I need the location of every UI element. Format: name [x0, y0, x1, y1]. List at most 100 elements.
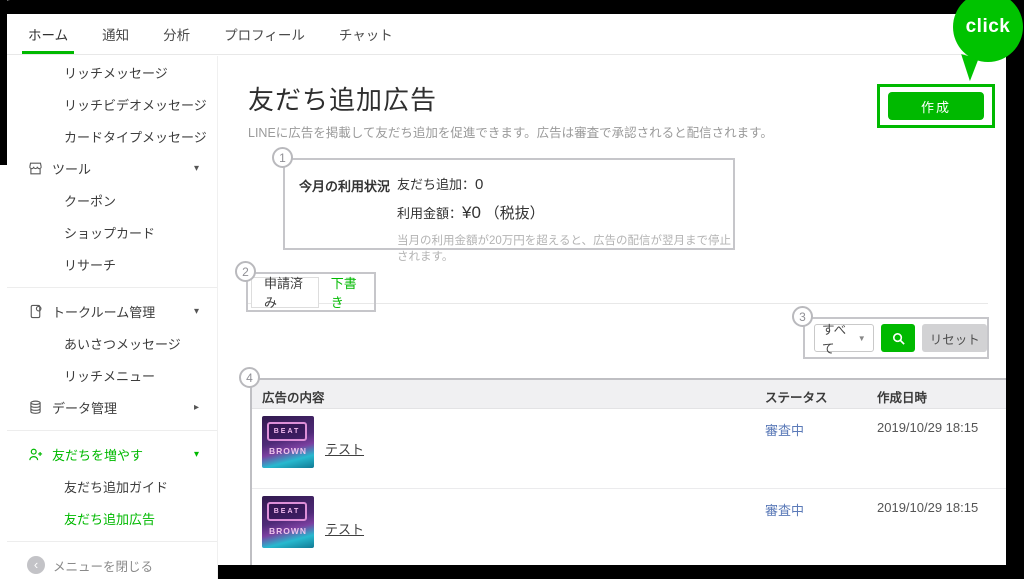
status-filter-value: すべて: [822, 319, 858, 357]
created-date: 2019/10/29 18:15: [877, 420, 978, 435]
sidebar-item-research[interactable]: リサーチ: [7, 248, 217, 280]
sidebar-item-label: データ管理: [52, 398, 117, 417]
sidebar-item-label: ショップカード: [64, 223, 155, 242]
table-row: BEAT BROWN テスト 審査中 2019/10/29 18:15: [252, 409, 1006, 489]
screenshot-frame-top: [0, 0, 1024, 14]
tab-chat[interactable]: チャット: [339, 14, 393, 54]
shop-icon: [27, 160, 44, 177]
ads-table-header: 広告の内容 ステータス 作成日時: [252, 380, 1006, 409]
sidebar-item-greeting-message[interactable]: あいさつメッセージ: [7, 327, 217, 359]
chevron-down-icon: ▼: [858, 334, 866, 343]
sidebar-item-label: トークルーム管理: [52, 302, 155, 321]
sidebar-item-friend-add-ads[interactable]: 友だち追加広告: [7, 502, 217, 534]
sidebar-item-coupon[interactable]: クーポン: [7, 184, 217, 216]
sidebar-item-label: リッチメニュー: [64, 366, 155, 385]
annotation-circle-4: 4: [239, 367, 260, 388]
ad-thumbnail-text: BROWN: [262, 446, 314, 456]
search-button[interactable]: [881, 324, 916, 352]
created-date: 2019/10/29 18:15: [877, 500, 978, 515]
database-icon: [27, 399, 44, 416]
sidebar-item-gain-friends[interactable]: 友だちを増やす ▾: [7, 438, 217, 470]
chevron-down-icon: ▾: [194, 449, 199, 460]
sidebar-item-tools[interactable]: ツール ▾: [7, 152, 217, 184]
talkroom-icon: [27, 303, 44, 320]
usage-status-title: 今月の利用状況: [299, 176, 390, 195]
friends-added-label: 友だち追加：: [397, 177, 475, 192]
friends-added-value: 0: [475, 176, 483, 193]
create-button-highlight: 作成: [877, 84, 995, 128]
tab-profile[interactable]: プロフィール: [224, 14, 305, 54]
usage-status-box: 今月の利用状況 友だち追加：0 利用金額：¥0 （税抜） 当月の利用金額が20万…: [283, 158, 735, 250]
create-button[interactable]: 作成: [888, 92, 984, 120]
column-header-status: ステータス: [765, 387, 828, 406]
ad-thumbnail-text: BROWN: [262, 526, 314, 536]
table-row: BEAT BROWN テスト 審査中 2019/10/29 18:15: [252, 489, 1006, 568]
screenshot-frame-bottom: [218, 565, 1024, 579]
sidebar-item-shop-card[interactable]: ショップカード: [7, 216, 217, 248]
search-icon: [891, 331, 906, 346]
sidebar-item-label: クーポン: [64, 191, 116, 210]
amount-tax-note: （税抜）: [485, 205, 545, 222]
tab-draft[interactable]: 下書き: [319, 277, 374, 308]
sidebar: リッチメッセージ リッチビデオメッセージ カードタイプメッセージ ツール ▾ ク…: [7, 56, 218, 579]
sidebar-item-card-type-message[interactable]: カードタイプメッセージ: [7, 120, 217, 152]
main-content: 友だち追加広告 LINEに広告を掲載して友だち追加を促進できます。広告は審査で承…: [218, 56, 1006, 579]
annotation-circle-2: 2: [235, 261, 256, 282]
chevron-right-icon: ▸: [194, 402, 199, 413]
screenshot-frame-right: [1006, 0, 1024, 579]
status-badge[interactable]: 審査中: [765, 420, 804, 439]
friends-added-row: 友だち追加：0: [397, 174, 733, 193]
tab-notifications[interactable]: 通知: [102, 14, 129, 54]
divider: [7, 287, 217, 288]
tab-analytics[interactable]: 分析: [163, 14, 190, 54]
sidebar-item-label: カードタイプメッセージ: [64, 127, 207, 146]
ad-thumbnail: BEAT BROWN: [262, 416, 314, 468]
page-subtitle: LINEに広告を掲載して友だち追加を促進できます。広告は審査で承認されると配信さ…: [248, 122, 773, 141]
amount-row: 利用金額：¥0 （税抜）: [397, 202, 733, 223]
amount-value: ¥0: [462, 203, 481, 222]
chevron-left-circle-icon: ‹: [27, 556, 45, 574]
sidebar-item-rich-message[interactable]: リッチメッセージ: [7, 56, 217, 88]
annotation-circle-1: 1: [272, 147, 293, 168]
ad-name-link[interactable]: テスト: [325, 519, 364, 538]
person-add-icon: [27, 446, 44, 463]
page-title: 友だち追加広告: [248, 80, 437, 117]
status-filter-select[interactable]: すべて▼: [814, 324, 874, 352]
ad-thumbnail: BEAT BROWN: [262, 496, 314, 548]
divider: [7, 430, 217, 431]
ad-name-link[interactable]: テスト: [325, 439, 364, 458]
chevron-down-icon: ▾: [194, 163, 199, 174]
top-nav: ホーム 通知 分析 プロフィール チャット: [7, 14, 1006, 55]
sidebar-item-data-management[interactable]: データ管理 ▸: [7, 391, 217, 423]
sidebar-item-label: リッチビデオメッセージ: [64, 95, 207, 114]
divider: [7, 541, 217, 542]
tab-home[interactable]: ホーム: [28, 14, 68, 54]
ad-thumbnail-text: BEAT: [267, 422, 307, 441]
sidebar-item-friend-add-guide[interactable]: 友だち追加ガイド: [7, 470, 217, 502]
chevron-down-icon: ▾: [194, 306, 199, 317]
sidebar-item-label: リサーチ: [64, 255, 116, 274]
column-header-content: 広告の内容: [262, 387, 325, 406]
reset-button[interactable]: リセット: [922, 324, 987, 352]
sidebar-item-talkroom-management[interactable]: トークルーム管理 ▾: [7, 295, 217, 327]
amount-label: 利用金額：: [397, 206, 462, 221]
sidebar-item-label: リッチメッセージ: [64, 63, 168, 82]
ads-table: 広告の内容 ステータス 作成日時 BEAT BROWN テスト 審査中 2019…: [250, 378, 1008, 568]
tabs-highlight-box: 申請済み 下書き: [246, 272, 376, 312]
sidebar-item-label: 友だちを増やす: [52, 445, 143, 464]
sidebar-item-label: 友だち追加広告: [64, 509, 155, 528]
tab-submitted[interactable]: 申請済み: [251, 277, 319, 308]
status-badge[interactable]: 審査中: [765, 500, 804, 519]
sidebar-item-rich-menu[interactable]: リッチメニュー: [7, 359, 217, 391]
screenshot-frame-left: [0, 0, 7, 165]
sidebar-item-label: メニューを閉じる: [53, 556, 153, 575]
annotation-circle-3: 3: [792, 306, 813, 327]
sidebar-item-rich-video-message[interactable]: リッチビデオメッセージ: [7, 88, 217, 120]
sidebar-item-close-menu[interactable]: ‹ メニューを閉じる: [7, 549, 217, 579]
ad-thumbnail-text: BEAT: [267, 502, 307, 521]
sidebar-item-label: ツール: [52, 159, 91, 178]
screenshot-stage: ホーム 通知 分析 プロフィール チャット リッチメッセージ リッチビデオメッセ…: [0, 0, 1024, 579]
column-header-created: 作成日時: [877, 387, 927, 406]
sidebar-item-label: 友だち追加ガイド: [64, 477, 168, 496]
usage-note: 当月の利用金額が20万円を超えると、広告の配信が翌月まで停止されます。: [397, 232, 733, 264]
